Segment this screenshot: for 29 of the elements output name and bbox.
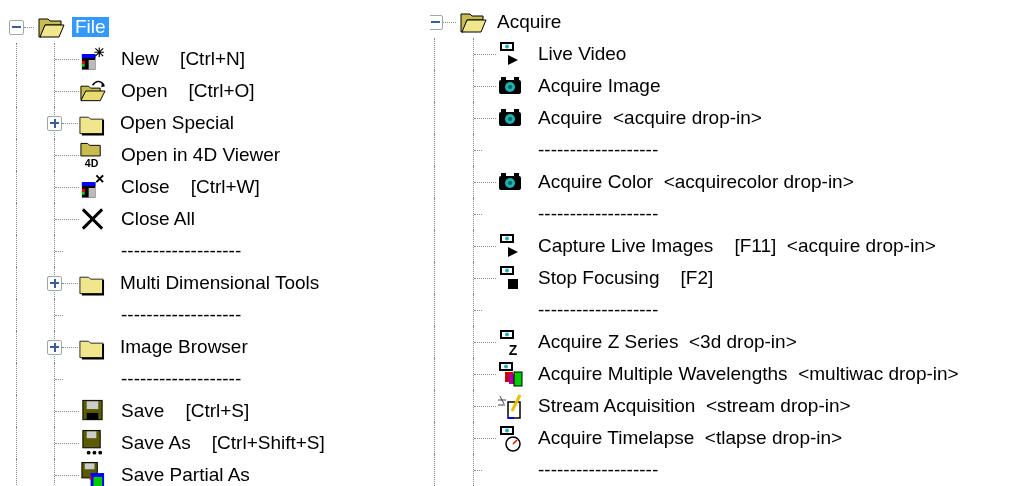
tree-item[interactable]: Acquire Image <box>535 76 664 96</box>
separator-text: ------------------- <box>537 204 660 224</box>
separator-text: ------------------- <box>537 140 660 160</box>
tree-item[interactable]: Save [Ctrl+S] <box>118 401 253 421</box>
tree-item[interactable]: Capture Live Images [F11] <acquire drop-in> <box>535 236 939 256</box>
tree-item[interactable]: Close [Ctrl+W] <box>118 177 263 197</box>
separator-text: ------------------- <box>537 460 660 480</box>
tree-item[interactable]: Stream Acquisition <stream drop-in> <box>535 396 854 416</box>
tree-item[interactable]: Acquire Multiple Wavelengths <multiwac drop-in> <box>535 364 962 384</box>
tree-item[interactable]: Acquire Z Series <3d drop-in> <box>535 332 800 352</box>
tree-item[interactable]: Open in 4D Viewer <box>118 145 284 165</box>
tree-item[interactable]: Open Special <box>117 113 238 133</box>
tree-item[interactable]: Acquire <acquire drop-in> <box>535 108 765 128</box>
tree-item[interactable]: Acquire Timelapse <tlapse drop-in> <box>535 428 846 448</box>
tree-item[interactable]: Multi Dimensional Tools <box>117 273 323 293</box>
tree-item[interactable]: Acquire Color <acquirecolor drop-in> <box>535 172 857 192</box>
separator-text: ------------------- <box>120 305 243 325</box>
separator-text: ------------------- <box>120 369 243 389</box>
tree-item[interactable]: Close All <box>118 209 198 229</box>
tree-item[interactable]: Image Browser <box>117 337 251 357</box>
separator-text: ------------------- <box>537 300 660 320</box>
tree-item[interactable]: Open [Ctrl+O] <box>118 81 258 101</box>
tree-item[interactable]: Save Partial As <box>118 465 253 485</box>
tree-item[interactable]: New [Ctrl+N] <box>118 49 249 69</box>
separator-text: ------------------- <box>120 241 243 261</box>
tree-item[interactable]: Live Video <box>535 44 630 64</box>
tree-item[interactable]: Stop Focusing [F2] <box>535 268 717 288</box>
tree-item[interactable]: Acquire <box>494 12 565 32</box>
tree-item[interactable]: Save As [Ctrl+Shift+S] <box>118 433 328 453</box>
